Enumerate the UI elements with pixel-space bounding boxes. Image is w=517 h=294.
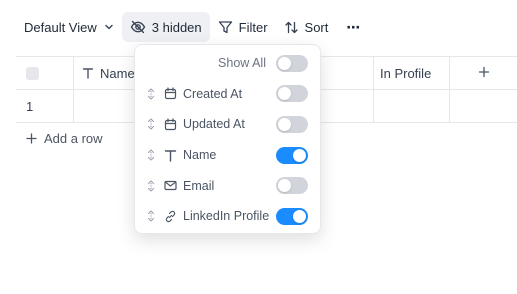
cell-empty bbox=[450, 90, 517, 122]
field-visibility-toggle[interactable] bbox=[276, 85, 308, 103]
field-visibility-toggle[interactable] bbox=[276, 177, 308, 195]
select-all-checkbox[interactable] bbox=[26, 66, 39, 80]
show-all-label: Show All bbox=[218, 56, 266, 71]
field-label: LinkedIn Profile bbox=[183, 209, 270, 224]
drag-handle-icon[interactable] bbox=[147, 87, 155, 101]
plus-icon bbox=[478, 66, 490, 81]
drag-handle-icon[interactable] bbox=[147, 209, 155, 223]
hidden-fields-label: 3 hidden bbox=[151, 19, 202, 35]
field-visibility-toggle[interactable] bbox=[276, 146, 308, 164]
show-all-row[interactable]: Show All bbox=[135, 48, 320, 79]
view-selector-label: Default View bbox=[24, 19, 97, 35]
sort-button[interactable]: Sort bbox=[276, 12, 337, 42]
drag-handle-icon[interactable] bbox=[147, 148, 155, 162]
link-icon bbox=[164, 210, 177, 223]
field-label: Email bbox=[183, 178, 215, 193]
field-row[interactable]: LinkedIn Profile bbox=[135, 201, 320, 232]
view-toolbar: Default View 3 hidden Filter Sort ⋯ bbox=[14, 12, 370, 42]
field-row[interactable]: Name bbox=[135, 140, 320, 171]
toggle-knob bbox=[278, 179, 291, 193]
column-header-name-label: Name bbox=[100, 65, 135, 81]
show-all-toggle[interactable] bbox=[276, 54, 308, 72]
field-label: Created At bbox=[183, 86, 243, 101]
more-options-button[interactable]: ⋯ bbox=[336, 12, 370, 42]
add-column-button[interactable] bbox=[450, 57, 517, 89]
text-type-icon bbox=[82, 67, 94, 79]
filter-label: Filter bbox=[238, 19, 268, 35]
add-row-button[interactable]: Add a row bbox=[26, 131, 103, 146]
drag-handle-icon[interactable] bbox=[147, 117, 155, 131]
field-label: Name bbox=[183, 148, 217, 163]
hidden-fields-button[interactable]: 3 hidden bbox=[121, 12, 210, 42]
field-visibility-toggle[interactable] bbox=[276, 115, 308, 133]
column-header-linkedin[interactable]: In Profile bbox=[374, 57, 450, 89]
eye-off-icon bbox=[130, 19, 146, 35]
chevron-down-icon bbox=[104, 22, 114, 32]
cell-linkedin[interactable] bbox=[374, 90, 450, 122]
text-type-icon bbox=[164, 149, 177, 162]
field-label: Updated At bbox=[183, 117, 245, 132]
row-index: 1 bbox=[16, 90, 74, 122]
sort-icon bbox=[284, 20, 299, 35]
column-header-linkedin-label: In Profile bbox=[380, 65, 432, 81]
filter-button[interactable]: Filter bbox=[210, 12, 276, 42]
mail-icon bbox=[164, 179, 177, 192]
sort-label: Sort bbox=[304, 19, 329, 35]
view-selector-button[interactable]: Default View bbox=[14, 12, 122, 42]
field-visibility-toggle[interactable] bbox=[276, 207, 308, 225]
field-row[interactable]: Email bbox=[135, 170, 320, 201]
plus-icon bbox=[26, 133, 37, 144]
select-all-cell[interactable] bbox=[16, 57, 74, 89]
toggle-knob bbox=[293, 209, 306, 223]
toggle-knob bbox=[278, 87, 291, 101]
toggle-knob bbox=[278, 117, 291, 131]
toggle-knob bbox=[293, 148, 306, 162]
more-icon: ⋯ bbox=[346, 18, 361, 35]
field-row[interactable]: Updated At bbox=[135, 109, 320, 140]
hidden-fields-popover: Show All Created At Updated At Name Email Li… bbox=[134, 44, 321, 234]
add-row-label: Add a row bbox=[44, 131, 103, 146]
drag-handle-icon[interactable] bbox=[147, 179, 155, 193]
filter-icon bbox=[218, 20, 233, 35]
calendar-icon bbox=[164, 87, 177, 100]
calendar-icon bbox=[164, 118, 177, 131]
field-row[interactable]: Created At bbox=[135, 79, 320, 110]
